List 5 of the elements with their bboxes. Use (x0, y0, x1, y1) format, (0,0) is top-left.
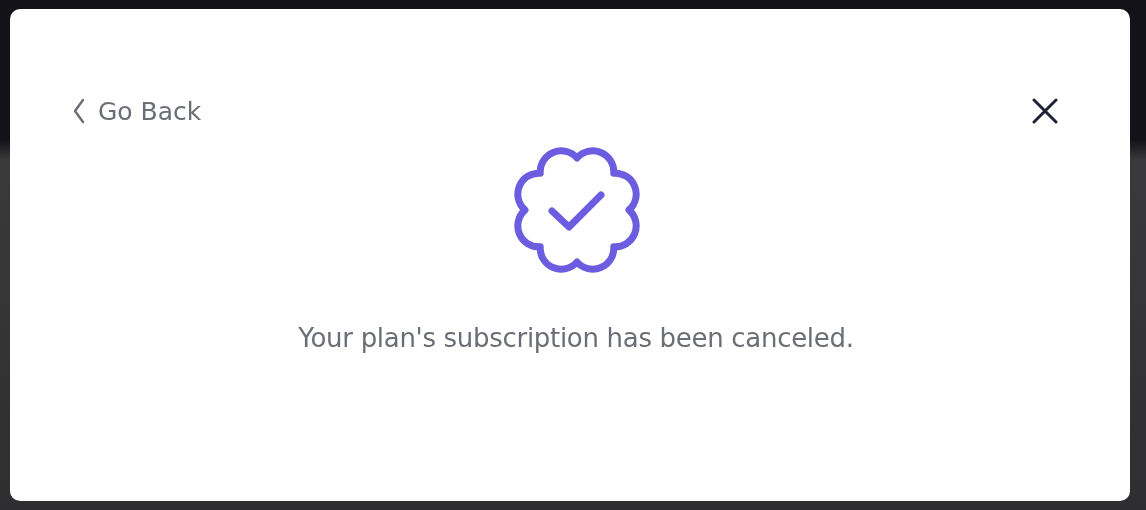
close-button[interactable] (1030, 96, 1060, 126)
go-back-link[interactable]: Go Back (72, 96, 202, 126)
verified-badge-icon (512, 145, 642, 275)
chevron-left-icon (72, 98, 86, 124)
confirmation-message: Your plan's subscription has been canceled. (298, 323, 854, 353)
